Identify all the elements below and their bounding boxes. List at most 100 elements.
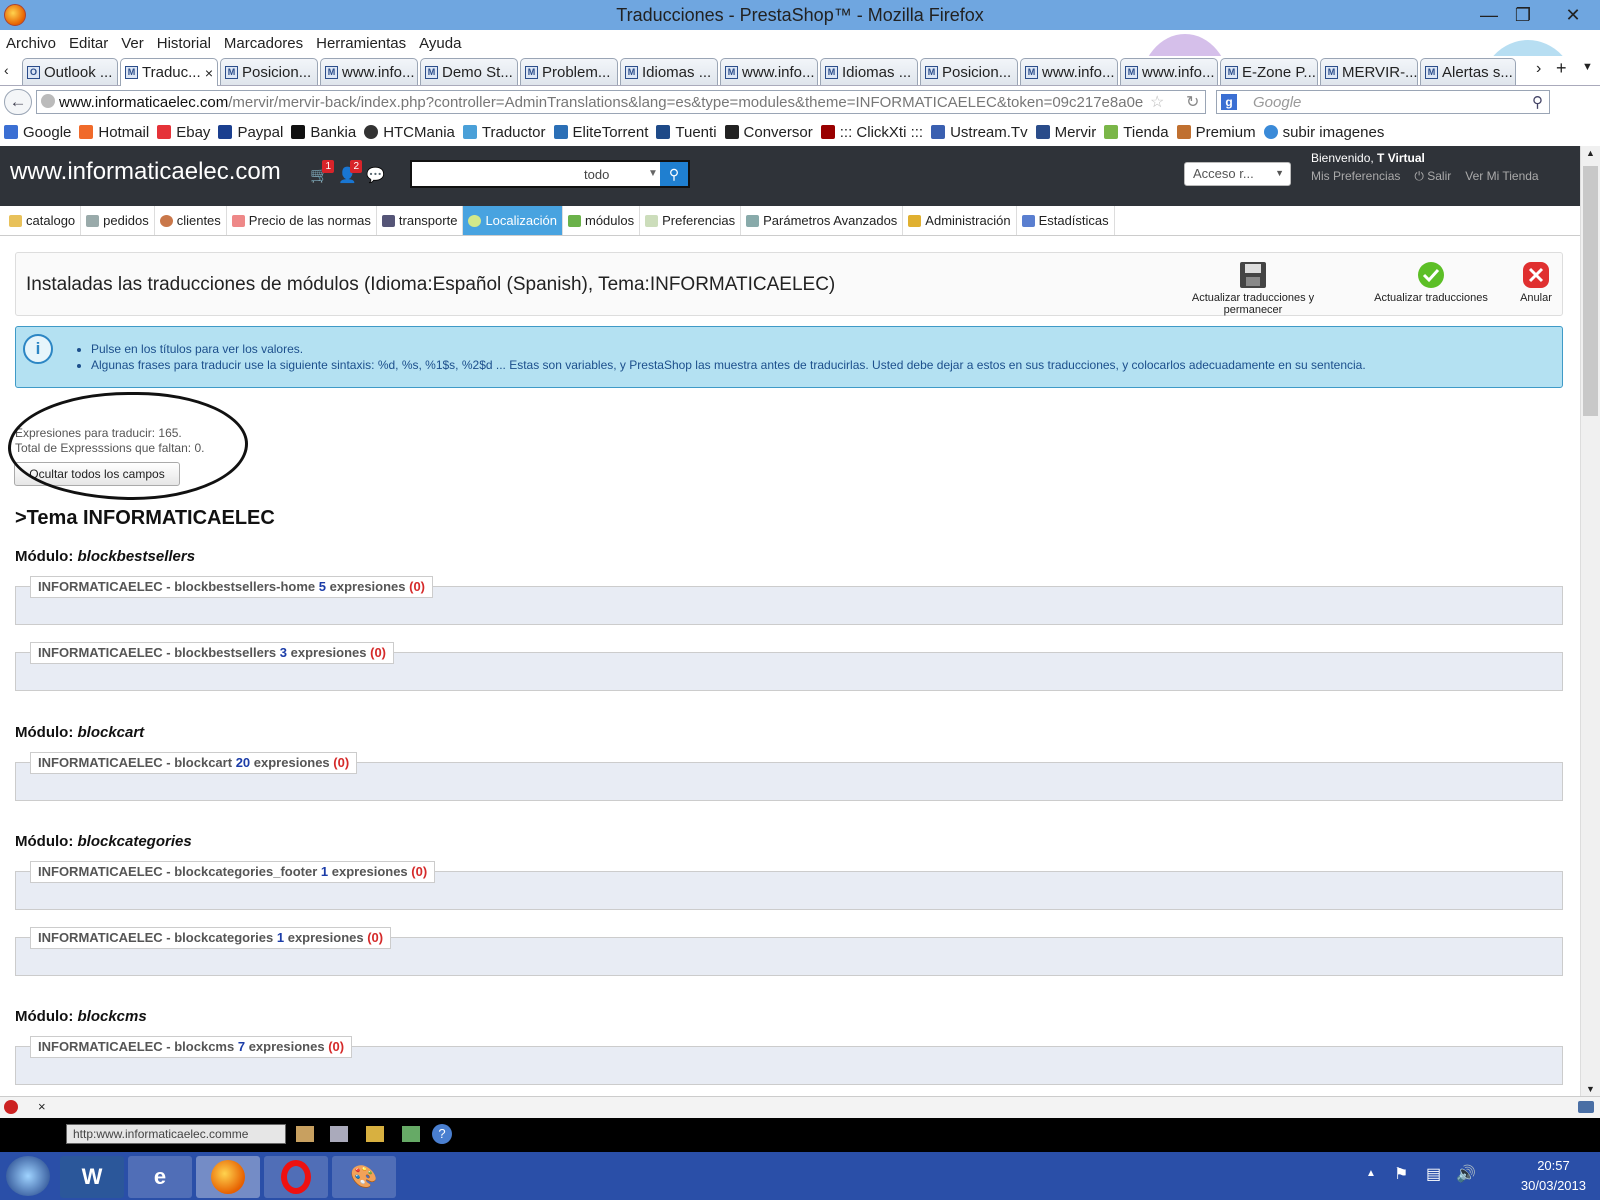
fieldset-legend[interactable]: INFORMATICAELEC - blockcategories 1 expr… (30, 927, 392, 949)
my-preferences-link[interactable]: Mis Preferencias (1311, 169, 1400, 184)
nav-price-rules[interactable]: Precio de las normas (227, 206, 377, 235)
help-icon[interactable]: ? (432, 1124, 452, 1144)
nav-localization[interactable]: Localización (463, 206, 563, 235)
bookmark-item[interactable]: subir imagenes (1263, 124, 1384, 141)
reload-icon[interactable]: ↻ (1186, 92, 1199, 112)
bookmark-star-icon[interactable]: ☆ (1150, 92, 1164, 112)
fieldset-legend[interactable]: INFORMATICAELEC - blockcategories_footer… (30, 861, 436, 883)
admin-search-input[interactable] (412, 162, 580, 186)
new-tab-icon[interactable]: + (1556, 58, 1567, 79)
customers-icon[interactable]: 👤 2 (338, 160, 362, 184)
cancel-button[interactable]: Anular (1516, 261, 1556, 304)
menu-archivo[interactable]: Archivo (6, 35, 56, 52)
bookmark-item[interactable]: Traductor (462, 124, 546, 141)
nav-preferences[interactable]: Preferencias (640, 206, 742, 235)
tab-item[interactable]: Mwww.info... (1020, 58, 1118, 85)
tab-item[interactable]: M Alertas s... (1420, 58, 1516, 85)
scroll-down-icon[interactable]: ▼ (1586, 1084, 1595, 1094)
fieldset-legend[interactable]: INFORMATICAELEC - blockcms 7 expresiones… (30, 1036, 353, 1058)
volume-icon[interactable]: 🔊 (1456, 1164, 1476, 1184)
bookmark-item[interactable]: Ebay (157, 124, 210, 141)
close-addon-bar-icon[interactable]: × (38, 1099, 46, 1114)
view-store-link[interactable]: Ver Mi Tienda (1465, 169, 1538, 184)
show-hidden-icons-icon[interactable]: ▲ (1366, 1168, 1376, 1179)
back-button[interactable]: ← (4, 89, 32, 115)
bookmark-item[interactable]: EliteTorrent (553, 124, 648, 141)
scrollbar-thumb[interactable] (1583, 166, 1598, 416)
fieldset-legend[interactable]: INFORMATICAELEC - blockbestsellers-home … (30, 576, 434, 598)
toolbar-icon[interactable] (296, 1126, 314, 1142)
save-button[interactable]: Actualizar traducciones (1366, 261, 1496, 304)
nav-advanced-parameters[interactable]: Parámetros Avanzados (741, 206, 904, 235)
tab-item[interactable]: Mwww.info... (720, 58, 818, 85)
tab-item[interactable]: M Posicion... (920, 58, 1018, 85)
tab-close-icon[interactable]: × (205, 65, 213, 81)
tab-item[interactable]: M MERVIR-... (1320, 58, 1418, 85)
bookmark-item[interactable]: Conversor (724, 124, 813, 141)
translation-fieldset[interactable]: INFORMATICAELEC - blockcategories 1 expr… (15, 927, 1563, 976)
tab-item[interactable]: M Posicion... (220, 58, 318, 85)
nav-catalog[interactable]: catalogo (4, 206, 82, 235)
system-clock[interactable]: 20:57 30/03/2013 (1521, 1156, 1586, 1196)
menu-ver[interactable]: Ver (121, 35, 144, 52)
bookmark-item[interactable]: Premium (1176, 124, 1256, 141)
orders-cart-icon[interactable]: 🛒 1 (310, 160, 334, 184)
bookmark-item[interactable]: Paypal (218, 124, 283, 141)
paint-app-button[interactable]: 🎨 (332, 1156, 396, 1198)
quick-access-select[interactable]: Acceso r... ▼ (1184, 162, 1291, 186)
translation-fieldset[interactable]: INFORMATICAELEC - blockcms 7 expresiones… (15, 1036, 1563, 1085)
nav-orders[interactable]: pedidos (81, 206, 155, 235)
translation-fieldset[interactable]: INFORMATICAELEC - blockcategories_footer… (15, 861, 1563, 910)
logout-link[interactable]: ⏻ Salir (1414, 169, 1451, 184)
translation-fieldset[interactable]: INFORMATICAELEC - blockbestsellers-home … (15, 576, 1563, 625)
network-icon[interactable]: ▤ (1426, 1164, 1441, 1184)
site-identity-icon[interactable] (41, 94, 55, 108)
nav-stats[interactable]: Estadísticas (1017, 206, 1115, 235)
tab-scroll-left-icon[interactable]: ‹ (4, 62, 9, 78)
search-bar[interactable]: g Google ⚲ (1216, 90, 1550, 114)
adblock-icon[interactable] (4, 1100, 18, 1114)
search-button[interactable]: ⚲ (660, 162, 688, 186)
tab-item-active[interactable]: M Traduc... × (120, 58, 218, 86)
bookmark-item[interactable]: Bankia (291, 124, 356, 141)
bookmark-item[interactable]: Mervir (1035, 124, 1096, 141)
bookmark-item[interactable]: Tuenti (656, 124, 717, 141)
menu-historial[interactable]: Historial (157, 35, 211, 52)
tab-item[interactable]: Mwww.info... (320, 58, 418, 85)
search-scope-select[interactable]: todo (584, 167, 609, 182)
google-icon[interactable]: g (1221, 94, 1237, 110)
url-bar[interactable]: www.informaticaelec.com/mervir/mervir-ba… (36, 90, 1206, 114)
status-url-field[interactable]: http:www.informaticaelec.comme (66, 1124, 286, 1144)
translation-fieldset[interactable]: INFORMATICAELEC - blockcart 20 expresion… (15, 752, 1563, 801)
menu-editar[interactable]: Editar (69, 35, 108, 52)
start-button[interactable] (6, 1156, 50, 1196)
menu-herramientas[interactable]: Herramientas (316, 35, 406, 52)
scroll-up-icon[interactable]: ▲ (1586, 148, 1595, 158)
search-icon[interactable]: ⚲ (1532, 93, 1543, 111)
ie-app-button[interactable]: e (128, 1156, 192, 1198)
toolbar-icon[interactable] (402, 1126, 420, 1142)
tab-list-icon[interactable]: ▼ (1582, 61, 1593, 73)
tab-scroll-right-icon[interactable]: › (1536, 60, 1541, 78)
word-app-button[interactable]: W (60, 1156, 124, 1198)
menu-ayuda[interactable]: Ayuda (419, 35, 461, 52)
bookmark-item[interactable]: HTCMania (364, 124, 455, 141)
nav-customers[interactable]: clientes (155, 206, 227, 235)
bookmark-item[interactable]: ::: ClickXti ::: (820, 124, 923, 141)
toolbar-icon[interactable] (366, 1126, 384, 1142)
tab-item[interactable]: M Idiomas ... (620, 58, 718, 85)
bookmark-item[interactable]: Tienda (1104, 124, 1169, 141)
bookmark-item[interactable]: Google (4, 124, 71, 141)
fieldset-legend[interactable]: INFORMATICAELEC - blockbestsellers 3 exp… (30, 642, 395, 664)
nav-shipping[interactable]: transporte (377, 206, 464, 235)
translation-fieldset[interactable]: INFORMATICAELEC - blockbestsellers 3 exp… (15, 642, 1563, 691)
addon-status-icon[interactable] (1578, 1101, 1594, 1113)
menu-marcadores[interactable]: Marcadores (224, 35, 303, 52)
bookmark-item[interactable]: Ustream.Tv (931, 124, 1028, 141)
tab-item[interactable]: M Demo St... (420, 58, 518, 85)
fieldset-legend[interactable]: INFORMATICAELEC - blockcart 20 expresion… (30, 752, 358, 774)
minimize-icon[interactable]: — (1472, 0, 1506, 30)
close-window-icon[interactable]: ✕ (1556, 0, 1590, 30)
messages-icon[interactable]: 💬 (366, 166, 385, 184)
bookmark-item[interactable]: Hotmail (79, 124, 149, 141)
